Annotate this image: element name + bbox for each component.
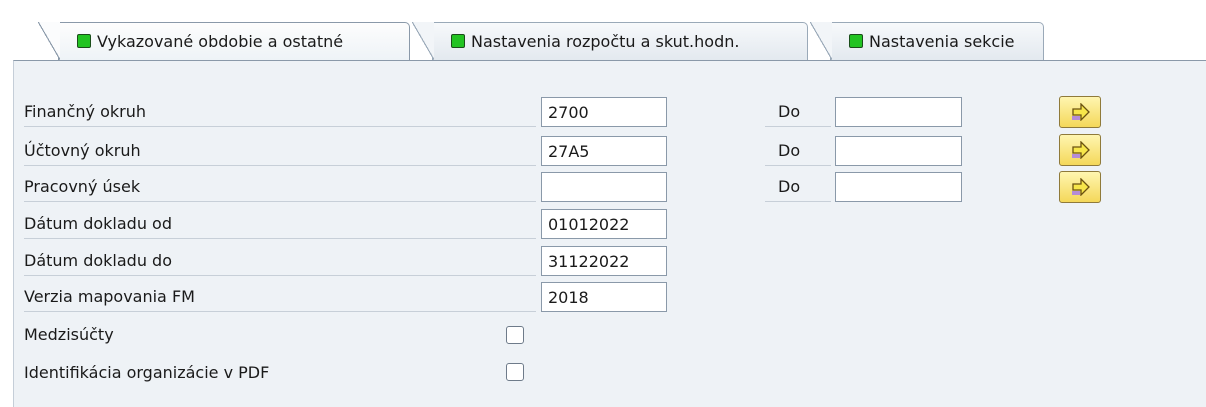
financny-okruh-to-input[interactable] xyxy=(835,97,962,127)
arrow-right-icon xyxy=(1072,103,1090,121)
verzia-mapovania-input[interactable] xyxy=(541,282,667,312)
tab-nastavenia-sekcie[interactable]: Nastavenia sekcie xyxy=(810,22,1044,60)
financny-okruh-label: Finančný okruh xyxy=(24,97,536,127)
datum-dokladu-do-input[interactable] xyxy=(541,246,667,276)
do-label: Do xyxy=(765,136,831,166)
arrow-right-icon xyxy=(1072,141,1090,159)
uctovny-okruh-label: Účtovný okruh xyxy=(24,136,536,166)
uctovny-okruh-to-input[interactable] xyxy=(835,136,962,166)
status-green-icon xyxy=(849,34,863,48)
do-label: Do xyxy=(765,97,831,127)
verzia-mapovania-label: Verzia mapovania FM xyxy=(24,282,536,312)
medzisucty-checkbox[interactable] xyxy=(506,326,524,344)
identifikacia-organizacie-label: Identifikácia organizácie v PDF xyxy=(24,363,270,382)
status-green-icon xyxy=(77,34,91,48)
tab-label: Nastavenia rozpočtu a skut.hodn. xyxy=(471,32,740,51)
tab-nastavenia-rozpoctu[interactable]: Nastavenia rozpočtu a skut.hodn. xyxy=(412,22,808,60)
tab-strip: Vykazované obdobie a ostatné Nastavenia … xyxy=(0,0,1206,62)
pracovny-usek-label: Pracovný úsek xyxy=(24,172,536,202)
pracovny-usek-input[interactable] xyxy=(541,172,667,202)
pracovny-usek-to-input[interactable] xyxy=(835,172,962,202)
tab-label: Nastavenia sekcie xyxy=(869,32,1015,51)
status-green-icon xyxy=(451,34,465,48)
identifikacia-organizacie-checkbox[interactable] xyxy=(506,363,524,381)
datum-dokladu-od-label: Dátum dokladu od xyxy=(24,209,536,239)
datum-dokladu-od-input[interactable] xyxy=(541,209,667,239)
datum-dokladu-do-label: Dátum dokladu do xyxy=(24,246,536,276)
multiple-selection-button[interactable] xyxy=(1059,96,1101,128)
multiple-selection-button[interactable] xyxy=(1059,134,1101,166)
financny-okruh-input[interactable] xyxy=(541,97,667,127)
arrow-right-icon xyxy=(1072,178,1090,196)
do-label: Do xyxy=(765,172,831,202)
multiple-selection-button[interactable] xyxy=(1059,171,1101,203)
tab-label: Vykazované obdobie a ostatné xyxy=(97,32,344,51)
uctovny-okruh-input[interactable] xyxy=(541,136,667,166)
tab-vykazovane-obdobie[interactable]: Vykazované obdobie a ostatné xyxy=(38,22,410,60)
medzisucty-label: Medzisúčty xyxy=(24,325,114,344)
